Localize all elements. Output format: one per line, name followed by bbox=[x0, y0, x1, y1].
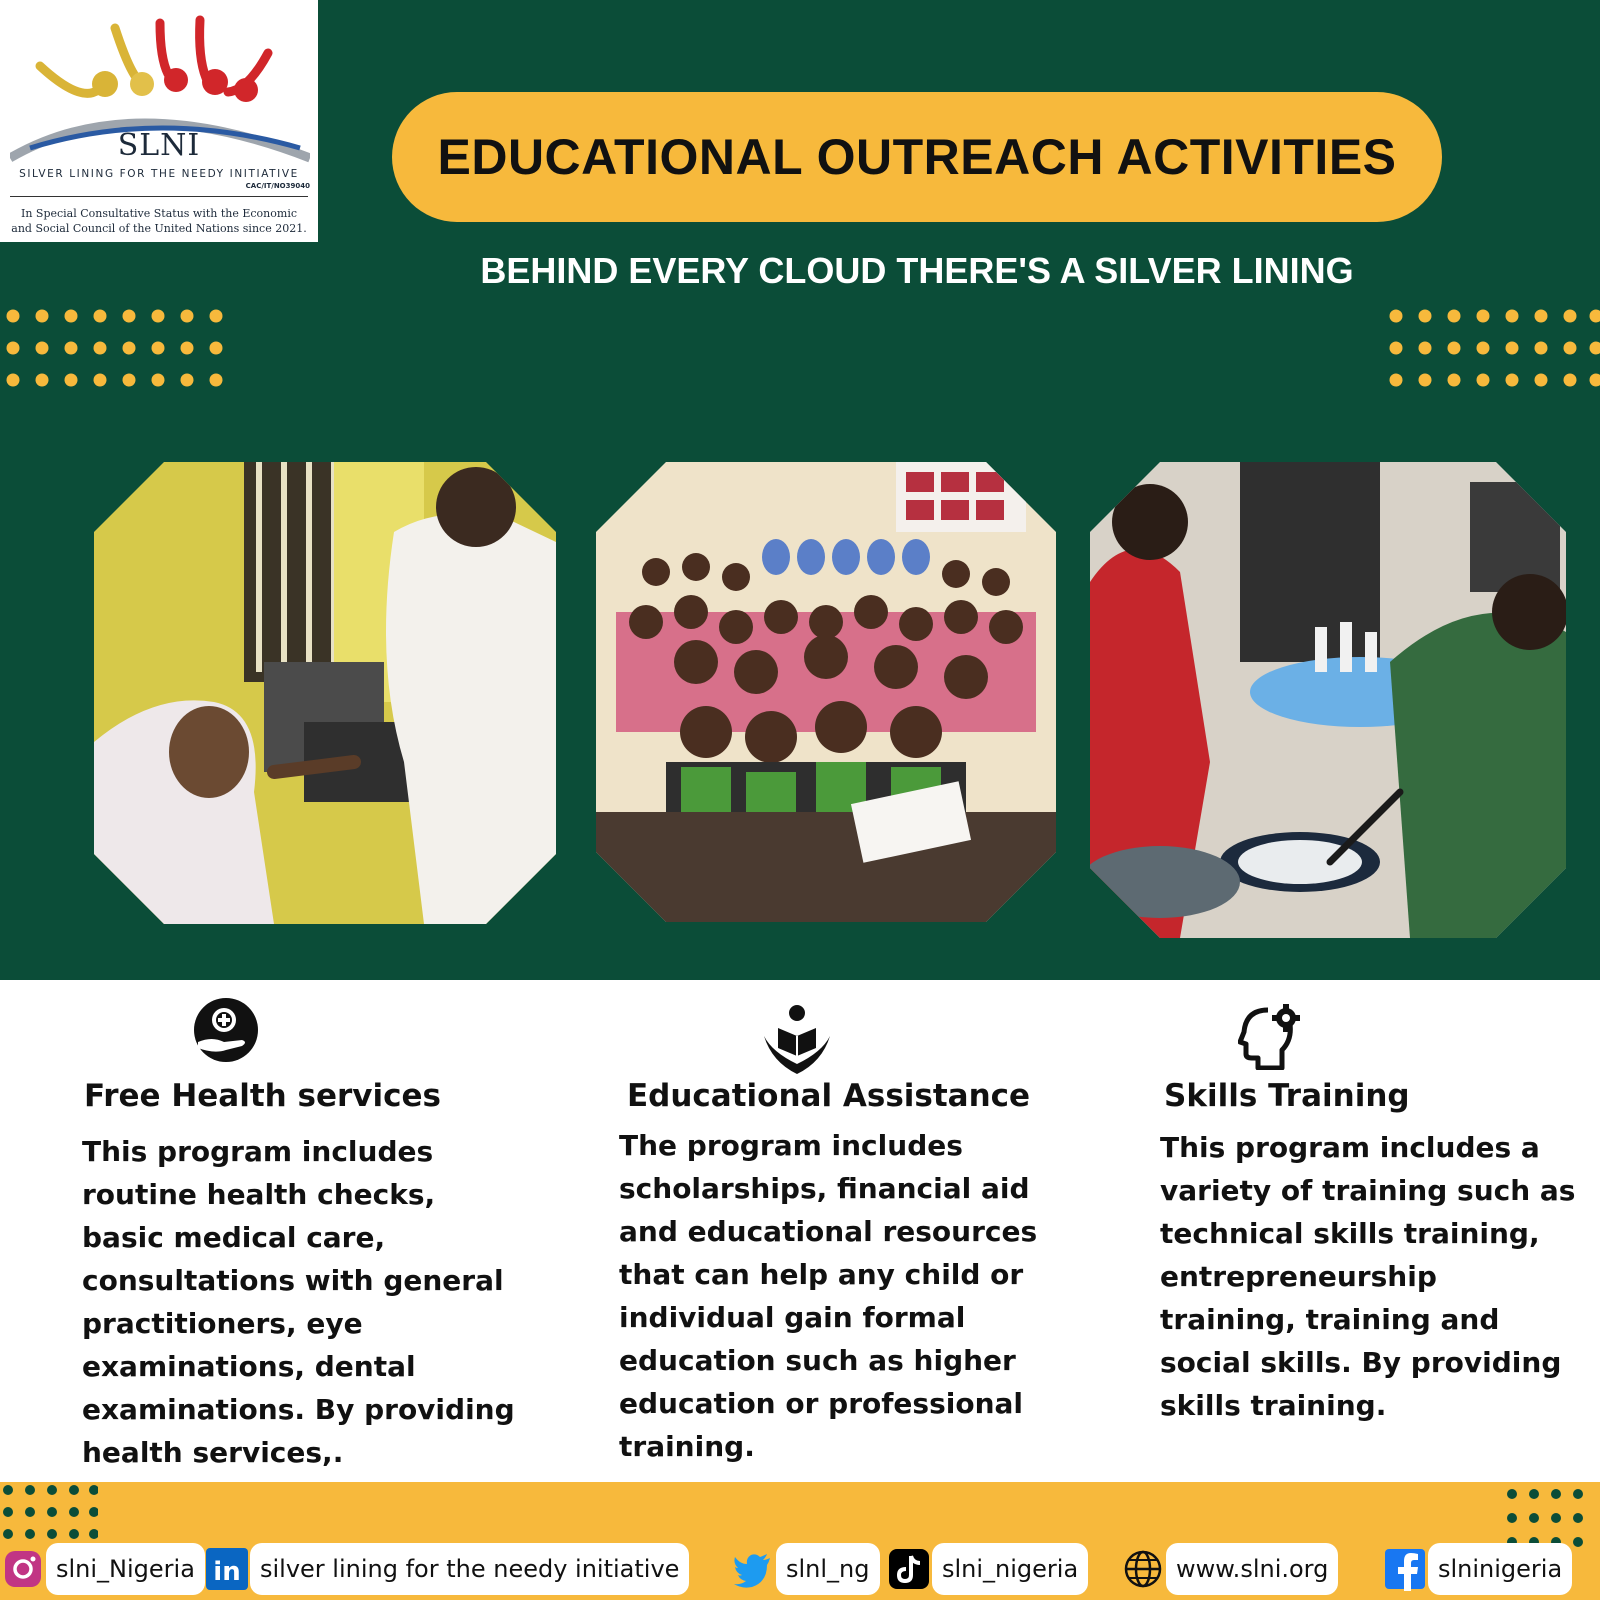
logo-divider bbox=[10, 196, 308, 197]
social-label-linkedin: silver lining for the needy initiative bbox=[250, 1543, 690, 1595]
social-facebook[interactable]: slninigeria bbox=[1382, 1543, 1573, 1595]
dot-grid-right bbox=[1389, 309, 1600, 387]
social-label-website: www.slni.org bbox=[1166, 1543, 1339, 1595]
feature-text-education: The program includes scholarships, finan… bbox=[619, 1129, 1038, 1463]
logo-full-name: SILVER LINING FOR THE NEEDY INITIATIVE bbox=[19, 168, 299, 180]
hand-care-icon bbox=[190, 996, 260, 1070]
title-banner: EDUCATIONAL OUTREACH ACTIVITIES bbox=[392, 92, 1442, 222]
person-reading-book-icon bbox=[762, 1004, 832, 1080]
slni-logo: SLNI SILVER LINING FOR THE NEEDY INITIAT… bbox=[0, 0, 318, 242]
page-title: EDUCATIONAL OUTREACH ACTIVITIES bbox=[437, 129, 1397, 185]
feature-text-health: This program includes routine health che… bbox=[82, 1135, 515, 1469]
tiktok-icon bbox=[886, 1546, 932, 1592]
logo-status-note: In Special Consultative Status with the … bbox=[8, 206, 310, 236]
photo-health-services bbox=[94, 462, 556, 924]
social-label-twitter: slnl_ng bbox=[776, 1543, 880, 1595]
feature-title-health: Free Health services bbox=[84, 1078, 441, 1114]
page-subtitle: BEHIND EVERY CLOUD THERE'S A SILVER LINI… bbox=[480, 250, 1354, 291]
dot-grid-left bbox=[6, 309, 223, 387]
social-twitter[interactable]: slnl_ng bbox=[730, 1543, 880, 1595]
dot-grid-footer-left bbox=[3, 1485, 98, 1539]
photo-classroom-students bbox=[596, 462, 1056, 922]
dot-grid-footer-right bbox=[1507, 1489, 1583, 1547]
social-instagram[interactable]: slni_Nigeria bbox=[0, 1543, 205, 1595]
globe-icon bbox=[1120, 1546, 1166, 1592]
logo-status-note-line1: In Special Consultative Status with the … bbox=[20, 207, 297, 220]
linkedin-icon: in bbox=[204, 1546, 250, 1592]
logo-status-note-line2: and Social Council of the United Nations… bbox=[11, 222, 307, 235]
social-website[interactable]: www.slni.org bbox=[1120, 1543, 1339, 1595]
feature-text-skills: This program includes a variety of train… bbox=[1160, 1131, 1576, 1422]
social-linkedin[interactable]: in silver lining for the needy initiativ… bbox=[204, 1543, 690, 1595]
photo-skills-training bbox=[1090, 462, 1566, 938]
social-tiktok[interactable]: slni_nigeria bbox=[886, 1543, 1089, 1595]
head-gear-icon bbox=[1237, 1004, 1306, 1074]
facebook-icon bbox=[1382, 1546, 1428, 1592]
instagram-icon bbox=[0, 1546, 46, 1592]
logo-abbreviation: SLNI bbox=[117, 128, 201, 163]
svg-text:in: in bbox=[213, 1557, 240, 1587]
social-label-facebook: slninigeria bbox=[1428, 1543, 1573, 1595]
social-label-instagram: slni_Nigeria bbox=[46, 1543, 205, 1595]
twitter-icon bbox=[730, 1546, 776, 1592]
social-label-tiktok: slni_nigeria bbox=[932, 1543, 1089, 1595]
feature-title-skills: Skills Training bbox=[1164, 1078, 1410, 1114]
logo-registration-number: CAC/IT/NO39040 bbox=[245, 182, 310, 190]
feature-title-education: Educational Assistance bbox=[627, 1078, 1031, 1114]
